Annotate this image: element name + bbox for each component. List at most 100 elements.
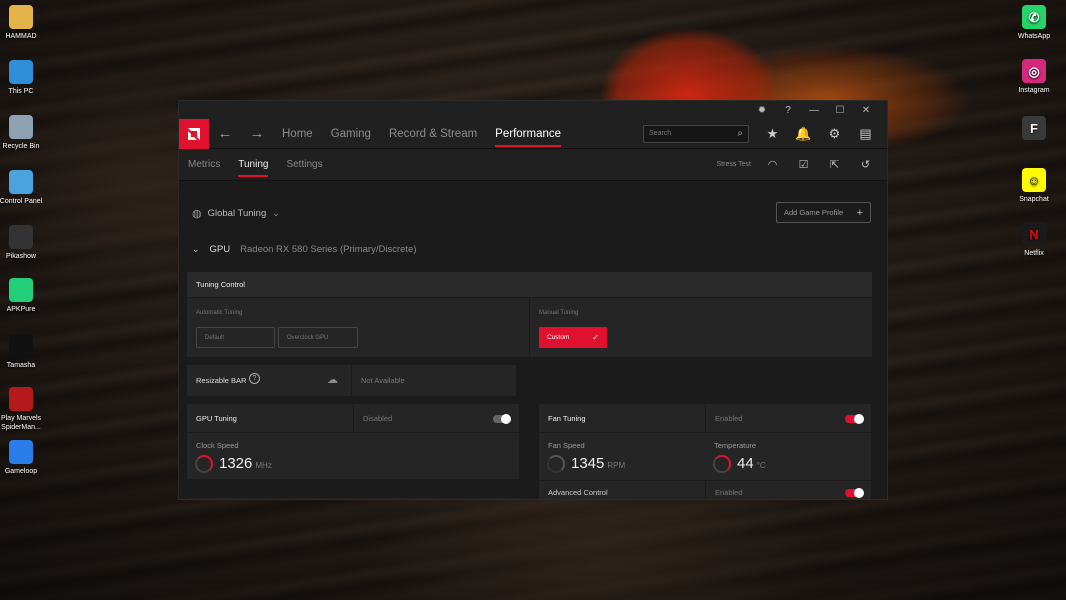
gpu-tuning-title: GPU Tuning xyxy=(196,414,237,423)
gpu-selector[interactable]: ⌄ GPU Radeon RX 580 Series (Primary/Disc… xyxy=(192,244,416,255)
amd-logo-icon[interactable] xyxy=(179,118,209,149)
back-arrow-icon[interactable]: ← xyxy=(209,125,241,142)
desktop-icon-1[interactable]: This PC xyxy=(0,60,45,96)
desktop-icon-label: Control Panel xyxy=(0,198,43,205)
info-icon[interactable]: ? xyxy=(249,373,260,384)
file-f-icon: F xyxy=(1022,116,1046,140)
chip-link-icon: ☁ xyxy=(327,374,338,386)
tab-settings[interactable]: Settings xyxy=(286,149,322,181)
search-icon: ⌕ xyxy=(737,128,743,139)
snapchat-icon: ☺ xyxy=(1022,168,1046,192)
help-icon[interactable]: ? xyxy=(775,105,801,116)
reset-icon[interactable]: ↺ xyxy=(850,158,881,171)
bug-report-icon[interactable]: ✹ xyxy=(749,105,775,116)
resizable-bar-status: Not Available xyxy=(361,376,405,385)
chevron-collapse-icon[interactable]: ⌄ xyxy=(192,244,200,255)
folder-user-icon xyxy=(9,5,33,29)
sub-navigation: Metrics Tuning Settings Stress Test ◠ ☑ … xyxy=(179,149,887,181)
tuning-control-title: Tuning Control xyxy=(187,272,872,298)
search-input[interactable]: Search ⌕ xyxy=(643,124,749,143)
gpu-next-panel-edge xyxy=(187,498,519,499)
stress-test-gauge-icon[interactable]: ◠ xyxy=(757,158,788,171)
add-game-profile-button[interactable]: Add Game Profile + xyxy=(776,202,871,223)
fan-speed-value-group: 1345 RPM xyxy=(571,455,625,472)
desktop-icon-label: Instagram xyxy=(1018,87,1050,94)
desktop-icon-label: Tamasha xyxy=(6,362,36,369)
control-panel-icon xyxy=(9,170,33,194)
tamasha-icon xyxy=(9,334,33,358)
desktop-icon-3[interactable]: Control Panel xyxy=(0,170,45,206)
top-navigation: ← → Home Gaming Record & Stream Performa… xyxy=(179,118,887,149)
clock-speed-label: Clock Speed xyxy=(196,441,239,450)
tab-tuning[interactable]: Tuning xyxy=(238,149,269,181)
desktop-icon-right-4[interactable]: N Netflix xyxy=(1010,222,1058,258)
desktop-icon-8[interactable]: Gameloop xyxy=(0,440,45,476)
temperature-gauge-icon xyxy=(713,455,731,473)
netflix-icon: N xyxy=(1022,222,1046,246)
desktop-icon-right-3[interactable]: ☺ Snapchat xyxy=(1010,168,1058,204)
advanced-vdivider xyxy=(705,481,706,499)
custom-button[interactable]: Custom ✓ xyxy=(539,327,607,348)
global-tuning-label: Global Tuning xyxy=(207,208,267,219)
desktop-icon-6[interactable]: Tamasha xyxy=(0,334,45,370)
desktop-icon-label: HAMMAD xyxy=(5,33,37,40)
desktop-icon-4[interactable]: Pikashow xyxy=(0,225,45,261)
desktop-icon-right-1[interactable]: ◎ Instagram xyxy=(1010,59,1058,95)
fan-header-vdivider xyxy=(705,404,706,432)
tuning-content: ◍ Global Tuning ⌄ Add Game Profile + ⌄ G… xyxy=(179,181,887,499)
default-button[interactable]: Default xyxy=(196,327,275,348)
desktop-icon-right-2[interactable]: F xyxy=(1010,116,1058,143)
nav-performance[interactable]: Performance xyxy=(486,119,570,149)
gpu-tuning-toggle[interactable] xyxy=(493,414,511,424)
favorites-star-icon[interactable]: ★ xyxy=(757,126,788,142)
desktop-icon-0[interactable]: HAMMAD xyxy=(0,5,45,41)
desktop-icon-7[interactable]: Play Marvels SpiderMan... xyxy=(0,387,45,432)
fan-tuning-panel: Fan Tuning Enabled Fan Speed 1345 RPM Te… xyxy=(539,404,871,499)
whatsapp-icon: ✆ xyxy=(1022,5,1046,29)
resizable-bar-panel: Resizable BAR ? ☁ Not Available xyxy=(187,365,516,396)
manual-tuning-label: Manual Tuning xyxy=(539,310,579,316)
advanced-control-toggle[interactable] xyxy=(845,488,864,498)
nav-record-stream[interactable]: Record & Stream xyxy=(380,119,486,149)
overclock-gpu-button[interactable]: Overclock GPU xyxy=(278,327,358,348)
stress-test-label[interactable]: Stress Test xyxy=(717,161,752,168)
fan-speed-unit: RPM xyxy=(607,461,626,470)
panel-divider xyxy=(529,298,530,357)
spiderman-icon xyxy=(9,387,33,411)
desktop-icon-label: Snapchat xyxy=(1019,196,1049,203)
pikashow-icon xyxy=(9,225,33,249)
bar-divider xyxy=(351,365,352,396)
profile-card-icon[interactable]: ▤ xyxy=(850,126,881,142)
desktop-icon-right-0[interactable]: ✆ WhatsApp xyxy=(1010,5,1058,41)
desktop-icon-5[interactable]: APKPure xyxy=(0,278,45,314)
custom-label: Custom xyxy=(547,334,570,341)
global-tuning-dropdown[interactable]: ◍ Global Tuning ⌄ xyxy=(192,207,280,220)
gameloop-icon xyxy=(9,440,33,464)
nav-gaming[interactable]: Gaming xyxy=(322,119,380,149)
nav-home[interactable]: Home xyxy=(273,119,322,149)
tab-metrics[interactable]: Metrics xyxy=(188,149,220,181)
notifications-bell-icon[interactable]: 🔔 xyxy=(788,126,819,142)
desktop-icon-label: Pikashow xyxy=(6,253,36,260)
export-icon[interactable]: ⇱ xyxy=(819,158,850,171)
fan-tuning-toggle[interactable] xyxy=(845,414,864,424)
tuning-control-panel: Tuning Control Automatic Tuning Default … xyxy=(187,272,872,357)
settings-gear-icon[interactable]: ⚙ xyxy=(819,126,850,142)
clock-speed-value-group: 1326 MHz xyxy=(219,455,272,472)
desktop-icon-label: WhatsApp xyxy=(1017,33,1051,40)
checkmark-icon: ✓ xyxy=(592,333,599,342)
temperature-label: Temperature xyxy=(714,441,757,450)
gpu-label: GPU xyxy=(209,244,231,255)
desktop-icon-2[interactable]: Recycle Bin xyxy=(0,115,45,151)
search-placeholder: Search xyxy=(649,130,672,137)
apply-changes-icon[interactable]: ☑ xyxy=(788,158,819,171)
desktop-icon-label: Netflix xyxy=(1024,250,1044,257)
temperature-unit: °C xyxy=(756,461,766,470)
fan-speed-gauge-icon xyxy=(547,455,565,473)
advanced-control-label: Advanced Control xyxy=(548,488,608,497)
forward-arrow-icon[interactable]: → xyxy=(241,125,273,142)
desktop-icon-label: This PC xyxy=(8,88,34,95)
maximize-button[interactable]: ☐ xyxy=(827,105,853,116)
close-button[interactable]: ✕ xyxy=(853,105,879,116)
minimize-button[interactable]: — xyxy=(801,105,827,116)
